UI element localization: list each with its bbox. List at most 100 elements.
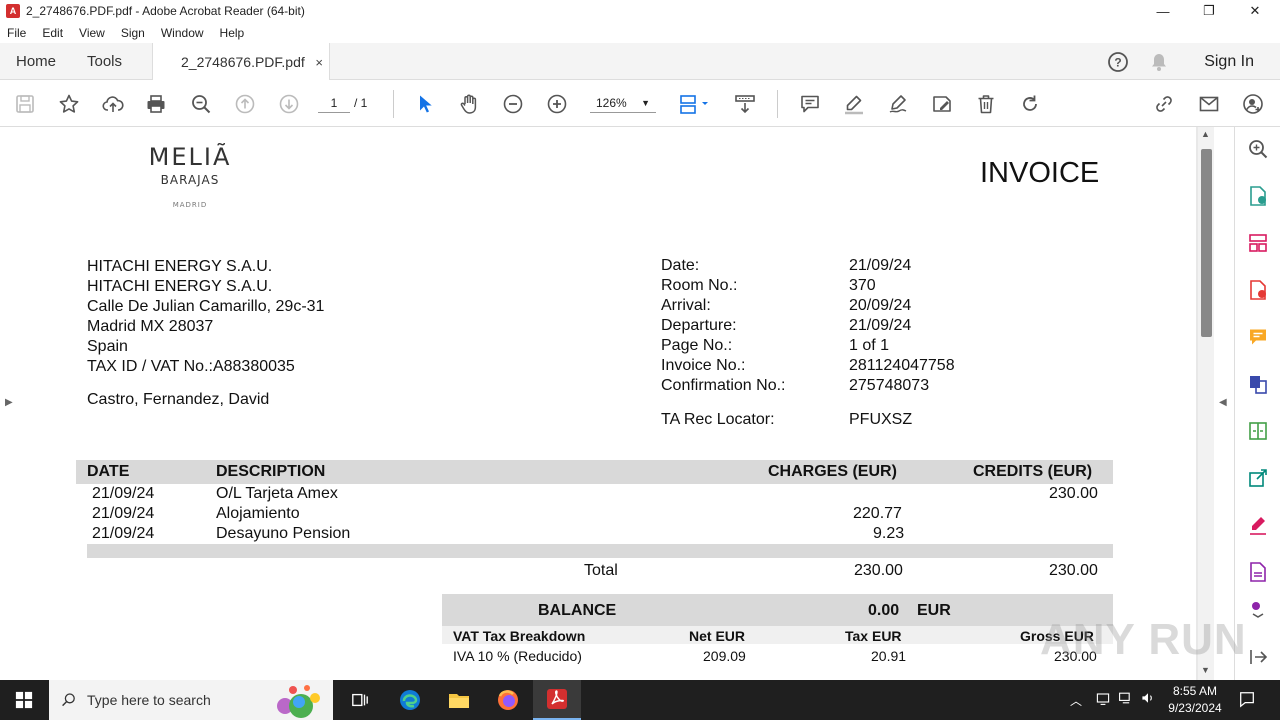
start-windows-icon[interactable]	[0, 680, 48, 720]
address-line: Spain	[87, 338, 128, 355]
tray-chevron-up-icon[interactable]: ︿	[1070, 692, 1082, 709]
address-line: Calle De Julian Camarillo, 29c-31	[87, 298, 325, 315]
search-zoom-icon[interactable]	[1246, 137, 1270, 161]
minimize-button[interactable]: —	[1140, 0, 1186, 22]
scroll-mode-icon[interactable]	[733, 92, 757, 116]
vertical-scrollbar[interactable]: ▲ ▼	[1198, 127, 1214, 680]
menu-view[interactable]: View	[71, 26, 113, 40]
next-page-icon[interactable]	[277, 92, 301, 116]
table-separator-bar	[87, 544, 1113, 558]
clock-date: 9/23/2024	[1168, 701, 1222, 715]
logo-city: MADRID	[172, 201, 208, 209]
rotate-icon[interactable]	[1018, 92, 1042, 116]
draw-freehand-icon[interactable]	[886, 92, 910, 116]
search-icon	[62, 693, 75, 707]
detail-label: Date:	[661, 257, 700, 274]
zoom-search-icon[interactable]	[189, 92, 213, 116]
file-explorer-icon[interactable]	[435, 680, 483, 720]
row-description: Alojamiento	[216, 505, 300, 522]
menu-file[interactable]: File	[0, 26, 34, 40]
pdf-page: MELIÃ BARAJAS MADRID INVOICE HITACHI ENE…	[18, 127, 1196, 680]
menu-window[interactable]: Window	[153, 26, 212, 40]
add-user-icon[interactable]	[1241, 92, 1265, 116]
scrollbar-thumb[interactable]	[1201, 149, 1212, 337]
organize-pages-icon[interactable]	[1246, 231, 1270, 255]
detail-label: Departure:	[661, 317, 737, 334]
send-for-review-icon[interactable]	[1246, 466, 1270, 490]
row-date: 21/09/24	[92, 505, 155, 522]
task-view-icon[interactable]	[336, 680, 384, 720]
close-tab-icon[interactable]: ×	[315, 55, 323, 70]
delete-trash-icon[interactable]	[974, 92, 998, 116]
notification-bell-icon[interactable]	[1147, 50, 1171, 74]
taskbar-clock[interactable]: 8:55 AM 9/23/2024	[1160, 683, 1230, 717]
select-cursor-icon[interactable]	[413, 92, 437, 116]
tray-display-icon[interactable]	[1118, 690, 1134, 711]
menu-sign[interactable]: Sign	[113, 26, 153, 40]
page-number-input[interactable]: 1	[318, 93, 350, 113]
detail-label: Room No.:	[661, 277, 738, 294]
fill-sign-icon[interactable]	[1246, 513, 1270, 537]
page-total: / 1	[354, 96, 368, 110]
bookmark-star-icon[interactable]	[57, 92, 81, 116]
maximize-button[interactable]: ❐	[1186, 0, 1232, 22]
combine-files-icon[interactable]	[1246, 372, 1270, 396]
pin-panel-icon[interactable]	[1246, 645, 1270, 669]
vat-header-breakdown: VAT Tax Breakdown	[453, 628, 586, 644]
print-icon[interactable]	[144, 92, 168, 116]
menu-edit[interactable]: Edit	[34, 26, 71, 40]
document-viewer[interactable]: ▶ MELIÃ BARAJAS MADRID INVOICE HITACHI E…	[0, 127, 1234, 680]
expand-left-panel-icon[interactable]: ▶	[5, 397, 13, 408]
firefox-icon[interactable]	[484, 680, 532, 720]
row-description: Desayuno Pension	[216, 525, 351, 542]
comment-icon[interactable]	[798, 92, 822, 116]
tab-bar: Home Tools 2_2748676.PDF.pdf × ? Sign In	[0, 43, 1280, 81]
save-icon[interactable]	[13, 92, 37, 116]
highlight-pen-icon[interactable]	[842, 92, 866, 116]
more-tools-icon[interactable]	[1246, 597, 1270, 621]
scroll-up-icon[interactable]: ▲	[1201, 129, 1210, 139]
edit-stamp-icon[interactable]	[930, 92, 954, 116]
zoom-out-icon[interactable]	[501, 92, 525, 116]
zoom-level-dropdown[interactable]: 126% ▼	[590, 93, 656, 113]
create-pdf-icon[interactable]	[1246, 278, 1270, 302]
email-icon[interactable]	[1197, 92, 1221, 116]
close-window-button[interactable]: ✕	[1232, 0, 1278, 22]
chevron-down-icon: ▼	[641, 98, 650, 108]
tab-document[interactable]: 2_2748676.PDF.pdf ×	[152, 43, 330, 81]
action-center-icon[interactable]	[1238, 690, 1256, 713]
edit-pdf-icon[interactable]	[1246, 560, 1270, 584]
page-layout-icon[interactable]	[677, 92, 713, 116]
column-header-description: DESCRIPTION	[216, 463, 326, 480]
compare-files-icon[interactable]	[1246, 419, 1270, 443]
column-header-charges: CHARGES (EUR)	[768, 463, 897, 480]
taskbar-search-box[interactable]: Type here to search	[49, 680, 333, 720]
comment-panel-icon[interactable]	[1246, 325, 1270, 349]
hand-pan-icon[interactable]	[457, 92, 481, 116]
tab-home[interactable]: Home	[16, 43, 56, 80]
edge-browser-icon[interactable]	[386, 680, 434, 720]
share-link-icon[interactable]	[1152, 92, 1176, 116]
acrobat-taskbar-icon[interactable]	[533, 680, 581, 720]
vat-header-net: Net EUR	[689, 628, 746, 644]
upload-cloud-icon[interactable]	[101, 92, 125, 116]
menu-help[interactable]: Help	[212, 26, 253, 40]
address-line: Madrid MX 28037	[87, 318, 214, 335]
row-charges: 220.77	[853, 505, 902, 522]
collapse-right-panel-icon[interactable]: ◀	[1219, 397, 1227, 408]
scroll-down-icon[interactable]: ▼	[1201, 665, 1210, 675]
right-tools-panel	[1234, 127, 1280, 680]
export-pdf-icon[interactable]	[1246, 184, 1270, 208]
previous-page-icon[interactable]	[233, 92, 257, 116]
row-charges: 9.23	[873, 525, 905, 542]
zoom-in-icon[interactable]	[545, 92, 569, 116]
tab-tools[interactable]: Tools	[87, 43, 122, 80]
help-icon[interactable]: ?	[1106, 50, 1130, 74]
detail-value: PFUXSZ	[849, 411, 913, 428]
tray-volume-icon[interactable]	[1140, 690, 1156, 711]
tray-network-icon[interactable]	[1095, 690, 1111, 711]
address-line: HITACHI ENERGY S.A.U.	[87, 278, 273, 295]
row-date: 21/09/24	[92, 485, 155, 502]
sign-in-button[interactable]: Sign In	[1204, 43, 1254, 80]
detail-value: 370	[849, 277, 876, 294]
